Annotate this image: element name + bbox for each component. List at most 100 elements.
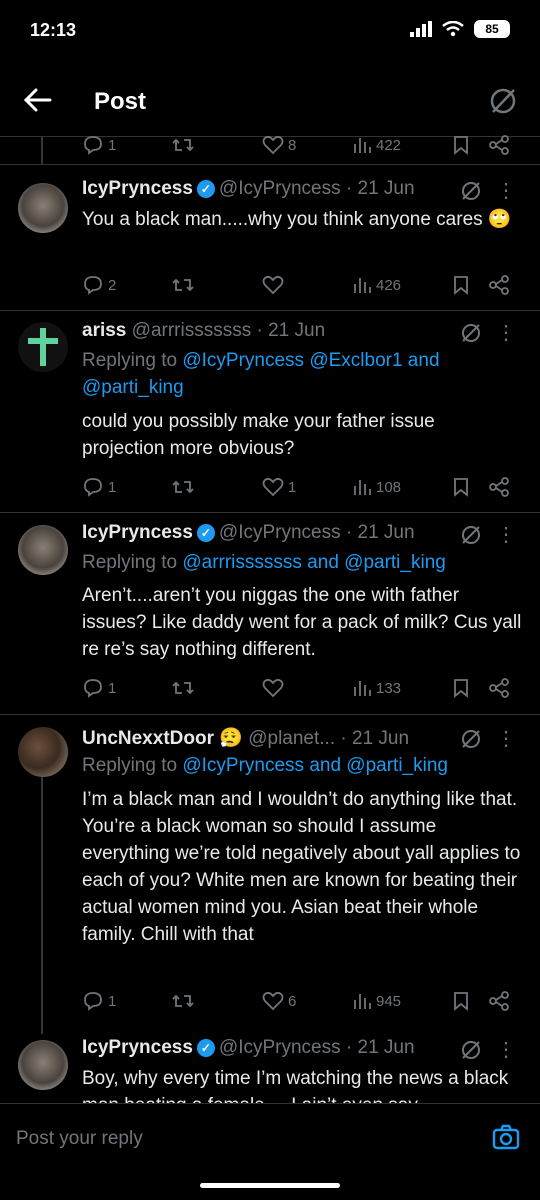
grok-icon[interactable] — [460, 180, 482, 202]
more-options-icon[interactable]: ⋮ — [496, 726, 516, 751]
verified-badge-icon: ✓ — [196, 1038, 215, 1057]
bookmark-button[interactable] — [452, 275, 488, 295]
home-indicator[interactable] — [200, 1183, 340, 1188]
verified-badge-icon: ✓ — [196, 523, 215, 542]
repost-button[interactable] — [172, 477, 262, 497]
views-button[interactable]: 133 — [352, 679, 452, 697]
avatar[interactable] — [18, 322, 68, 372]
repost-button[interactable] — [172, 991, 262, 1011]
reply-button[interactable]: 1 — [82, 991, 172, 1011]
handle[interactable]: @arrrisssssss — [132, 320, 252, 341]
views-count: 108 — [376, 478, 402, 496]
status-time: 12:13 — [30, 20, 77, 40]
share-button[interactable] — [488, 991, 510, 1011]
grok-icon[interactable] — [460, 728, 482, 750]
timestamp[interactable]: · 21 Jun — [340, 728, 409, 749]
views-count: 426 — [376, 276, 402, 294]
tweet-actions: 2 426 — [82, 270, 512, 300]
share-button[interactable] — [488, 275, 510, 295]
wifi-icon — [442, 21, 464, 37]
more-options-icon[interactable]: ⋮ — [496, 178, 516, 203]
timestamp[interactable]: · 21 Jun — [346, 522, 415, 543]
avatar[interactable] — [18, 1040, 68, 1090]
reply-button[interactable]: 1 — [82, 135, 172, 155]
views-button[interactable]: 945 — [352, 992, 452, 1010]
timestamp[interactable]: · 21 Jun — [257, 320, 326, 341]
handle[interactable]: @IcyPryncess — [219, 522, 341, 543]
replying-to: Replying to @arrrisssssss and @parti_kin… — [82, 552, 446, 574]
repost-button[interactable] — [172, 678, 262, 698]
views-button[interactable]: 422 — [352, 136, 452, 154]
tweet-text: Aren’t....aren’t you niggas the one with… — [82, 585, 522, 660]
more-options-icon[interactable]: ⋮ — [496, 522, 516, 547]
avatar[interactable] — [18, 183, 68, 233]
reply-icon — [84, 276, 102, 295]
replying-to-users[interactable]: @arrrisssssss and @parti_king — [182, 552, 446, 573]
reply-input[interactable]: Post your reply — [16, 1128, 143, 1150]
replying-to: Replying to @IcyPryncess @Exclbor1 and — [82, 350, 440, 372]
reply-icon — [84, 136, 102, 155]
share-button[interactable] — [488, 135, 510, 155]
bookmark-button[interactable] — [452, 135, 488, 155]
grok-icon[interactable] — [460, 1039, 482, 1061]
prev-tweet-actions: 1 8 422 — [82, 130, 512, 160]
back-arrow-icon[interactable] — [22, 86, 54, 114]
more-options-icon[interactable]: ⋮ — [496, 1037, 516, 1062]
display-name[interactable]: IcyPryncess — [82, 522, 193, 543]
share-button[interactable] — [488, 678, 510, 698]
display-name[interactable]: IcyPryncess — [82, 1037, 193, 1058]
like-button[interactable]: 8 — [262, 135, 352, 155]
grok-icon[interactable] — [460, 524, 482, 546]
like-button[interactable]: 6 — [262, 991, 352, 1011]
share-icon — [489, 678, 509, 698]
reply-button[interactable]: 1 — [82, 477, 172, 497]
repost-button[interactable] — [172, 135, 262, 155]
tweet-header: UncNexxtDoor 😮‍💨 @planet... · 21 Jun — [82, 726, 409, 750]
display-name[interactable]: IcyPryncess — [82, 178, 193, 199]
views-icon — [354, 480, 371, 495]
views-button[interactable]: 426 — [352, 276, 452, 294]
tweet-actions: 1 133 — [82, 673, 512, 703]
handle[interactable]: @IcyPryncess — [219, 1037, 341, 1058]
views-button[interactable]: 108 — [352, 478, 452, 496]
repost-button[interactable] — [172, 275, 262, 295]
timestamp[interactable]: · 21 Jun — [346, 178, 415, 199]
replying-to-users[interactable]: @IcyPryncess and @parti_king — [182, 755, 448, 776]
reply-button[interactable]: 2 — [82, 275, 172, 295]
views-icon — [354, 681, 371, 696]
avatar[interactable] — [18, 525, 68, 575]
like-count: 1 — [288, 478, 297, 496]
reply-button[interactable]: 1 — [82, 678, 172, 698]
thread-line — [41, 776, 43, 1034]
replying-prefix: Replying to — [82, 552, 183, 573]
bookmark-button[interactable] — [452, 678, 488, 698]
bookmark-icon — [454, 679, 468, 698]
repost-icon — [172, 480, 194, 494]
display-name[interactable]: ariss — [82, 320, 126, 341]
reply-icon — [84, 478, 102, 497]
tweet-text: could you possibly make your father issu… — [82, 411, 435, 459]
more-options-icon[interactable]: ⋮ — [496, 320, 516, 345]
repost-icon — [172, 138, 194, 152]
bookmark-icon — [454, 478, 468, 497]
grok-icon[interactable] — [460, 322, 482, 344]
tweet-header: IcyPryncess ✓ @IcyPryncess · 21 Jun — [82, 1037, 415, 1059]
timestamp[interactable]: · 21 Jun — [346, 1037, 415, 1058]
camera-icon[interactable] — [492, 1124, 520, 1150]
like-button[interactable] — [262, 678, 352, 698]
status-icons: 85 — [410, 20, 510, 38]
like-count: 6 — [288, 992, 297, 1010]
grok-icon[interactable] — [488, 86, 518, 116]
heart-icon — [262, 135, 284, 155]
replying-to-users[interactable]: @IcyPryncess @Exclbor1 and — [182, 350, 439, 371]
like-button[interactable] — [262, 275, 352, 295]
bookmark-button[interactable] — [452, 477, 488, 497]
avatar[interactable] — [18, 727, 68, 777]
handle[interactable]: @planet... — [248, 728, 335, 749]
share-button[interactable] — [488, 477, 510, 497]
replying-to-user[interactable]: @parti_king — [82, 377, 184, 398]
handle[interactable]: @IcyPryncess — [219, 178, 341, 199]
display-name[interactable]: UncNexxtDoor — [82, 728, 214, 749]
bookmark-button[interactable] — [452, 991, 488, 1011]
like-button[interactable]: 1 — [262, 477, 352, 497]
